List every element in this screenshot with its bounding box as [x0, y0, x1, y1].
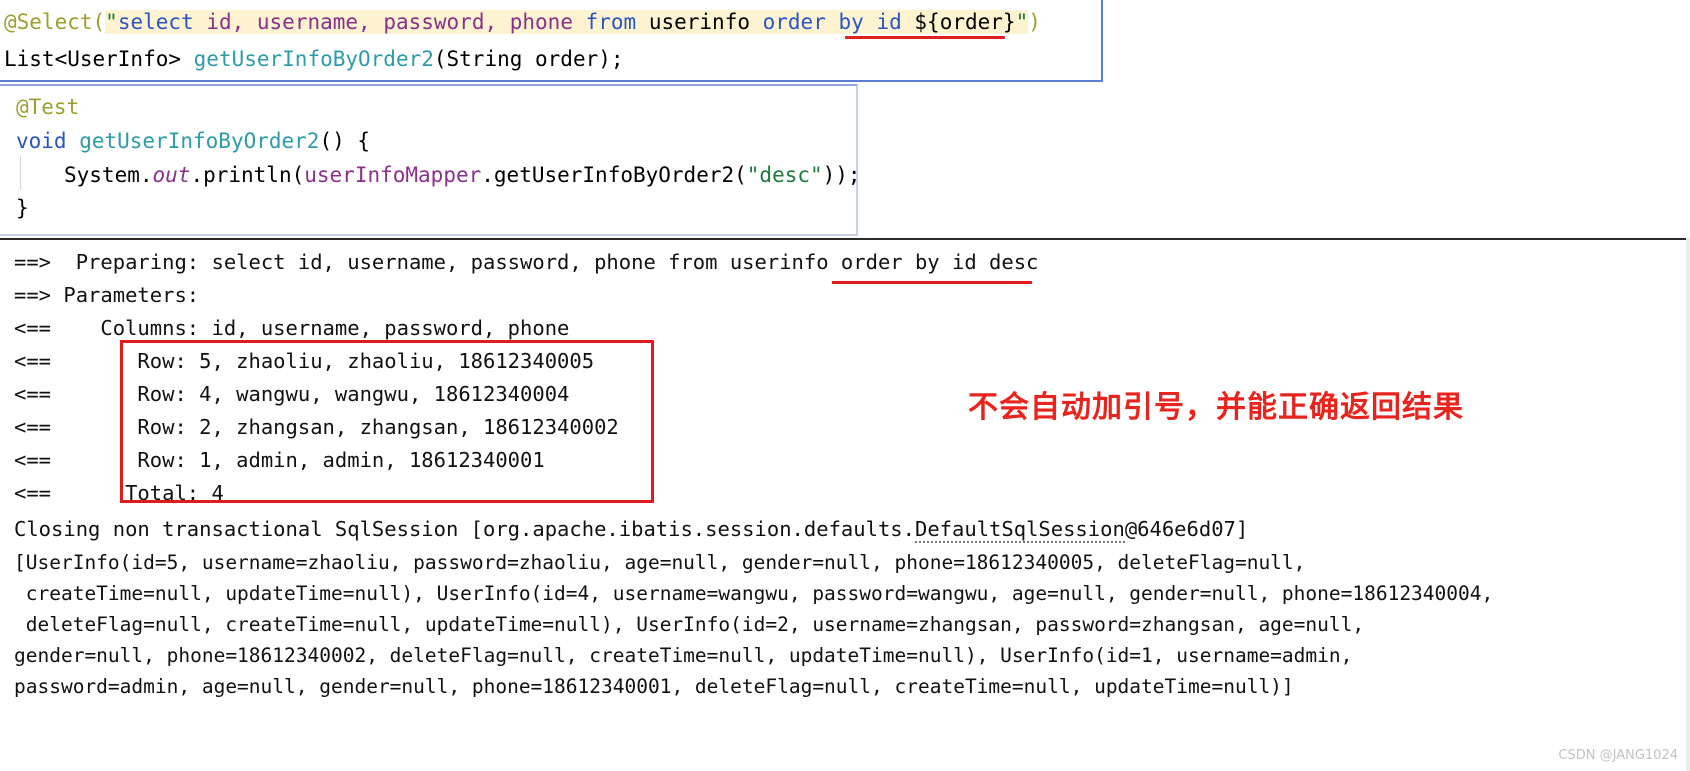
closing-suffix-text: @646e6d07] [1124, 517, 1249, 541]
console-line-row-2: <== Row: 2, zhangsan, zhangsan, 18612340… [14, 415, 619, 439]
sql-quote-close: " [1015, 10, 1029, 34]
mapper-method-signature-line[interactable]: List<UserInfo> getUserInfoByOrder2(Strin… [4, 42, 624, 77]
sql-order-column: id [876, 10, 902, 34]
console-line-row-5: <== Row: 5, zhaoliu, zhaoliu, 1861234000… [14, 349, 595, 373]
out-token: out [152, 163, 191, 187]
closing-brace: } [16, 196, 29, 220]
result-line-4: gender=null, phone=18612340002, deleteFl… [14, 644, 1353, 667]
sql-placeholder-order: ${order} [914, 10, 1016, 34]
csdn-watermark: CSDN @JANG1024 [1558, 748, 1678, 763]
result-line-1: [UserInfo(id=5, username=zhaoliu, passwo… [14, 551, 1306, 574]
println-token: .println( [190, 163, 305, 187]
sql-space-1 [826, 10, 839, 34]
top-panel-right-filler [1103, 0, 1690, 84]
signature-method-name: getUserInfoByOrder2 [193, 47, 434, 71]
signature-return-type: List<UserInfo> [4, 47, 194, 71]
console-line-row-4: <== Row: 4, wangwu, wangwu, 18612340004 [14, 382, 570, 406]
console-line-row-1: <== Row: 1, admin, admin, 18612340001 [14, 448, 545, 472]
test-method-name: getUserInfoByOrder2 [66, 129, 320, 153]
result-line-5: password=admin, age=null, gender=null, p… [14, 675, 1294, 698]
test-body-line[interactable]: System.out.println(userInfoMapper.getUse… [16, 158, 858, 193]
mapper-field-token: userInfoMapper [304, 163, 482, 187]
console-line-parameters: ==> Parameters: [14, 283, 212, 307]
select-annotation-close-paren: ) [1028, 10, 1041, 34]
console-line-closing-session: Closing non transactional SqlSession [or… [14, 513, 1248, 546]
console-line-columns: <== Columns: id, username, password, pho… [14, 316, 570, 340]
chinese-annotation-note: 不会自动加引号，并能正确返回结果 [968, 390, 1464, 425]
sql-keyword-select: select [117, 10, 194, 34]
select-annotation-token: @Select( [4, 10, 106, 34]
result-line-2: createTime=null, updateTime=null), UserI… [14, 582, 1494, 605]
system-token: System. [64, 163, 153, 187]
test-annotation-line[interactable]: @Test [16, 90, 79, 125]
method-call-token: .getUserInfoByOrder2( [481, 163, 747, 187]
test-method-tail: () { [319, 129, 371, 153]
placeholder-underline-marker [845, 36, 1005, 39]
sql-quote-open: " [105, 10, 118, 34]
result-line-3: deleteFlag=null, createTime=null, update… [14, 613, 1365, 636]
mapper-select-line[interactable]: @Select("select id, username, password, … [4, 5, 1041, 40]
test-void-keyword: void [16, 129, 67, 153]
desc-keyword-underline-marker [832, 281, 1032, 284]
console-line-preparing: ==> Preparing: select id, username, pass… [14, 250, 1039, 274]
sql-space-3 [902, 10, 915, 34]
test-method-signature-line[interactable]: void getUserInfoByOrder2() { [16, 124, 370, 159]
screenshot-root: @Select("select id, username, password, … [0, 0, 1690, 771]
signature-args: (String order); [433, 47, 624, 71]
sql-columns: id, username, password, phone [193, 10, 586, 34]
default-sql-session-link[interactable]: DefaultSqlSession [914, 517, 1125, 543]
test-closing-brace-line[interactable]: } [16, 191, 29, 226]
console-right-edge [1686, 238, 1690, 771]
desc-string-argument: "desc" [746, 163, 823, 187]
console-output-panel[interactable]: ==> Preparing: select id, username, pass… [0, 238, 1690, 771]
sql-keyword-order: order [762, 10, 826, 34]
console-line-total: <== Total: 4 [14, 481, 224, 505]
test-annotation-token: @Test [16, 95, 80, 119]
closing-prefix-text: Closing non transactional SqlSession [or… [14, 517, 915, 541]
sql-keyword-by: by [838, 10, 864, 34]
sql-table-name: userinfo [636, 10, 763, 34]
test-code-panel: @Test void getUserInfoByOrder2() { Syste… [0, 84, 858, 236]
sql-space-2 [864, 10, 877, 34]
mapper-code-panel: @Select("select id, username, password, … [0, 0, 1103, 82]
call-tail-token: )); [822, 163, 858, 187]
sql-keyword-from: from [585, 10, 637, 34]
